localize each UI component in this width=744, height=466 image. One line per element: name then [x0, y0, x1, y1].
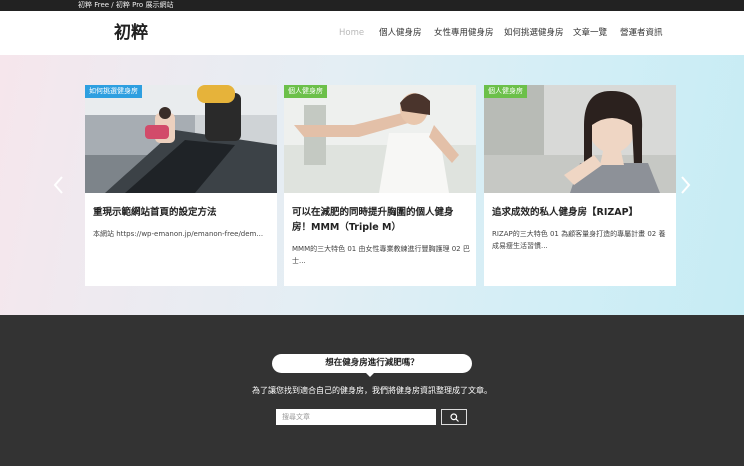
post-excerpt: 本網站 https://wp-emanon.jp/emanon-free/dem…	[93, 230, 264, 238]
slider-prev-button[interactable]	[52, 173, 66, 197]
post-card[interactable]: 如何挑選健身房 重現示範網站首頁的設定方法 本網站 https://wp-ema…	[85, 85, 277, 286]
nav-item-operator[interactable]: 營運者資訊	[620, 11, 663, 55]
nav-item-women-gym[interactable]: 女性專用健身房	[434, 11, 494, 55]
cta-heading-tail	[365, 372, 375, 377]
cta-subtext: 為了讓您找到適合自己的健身房，我們將健身房資訊整理成了文章。	[252, 386, 492, 395]
category-badge: 如何挑選健身房	[85, 85, 142, 98]
cta-heading: 想在健身房進行減肥嗎？	[272, 354, 472, 373]
chevron-right-icon	[681, 176, 691, 194]
top-bar: 初粹 Free / 初粹 Pro 展示網站	[0, 0, 744, 11]
post-excerpt: RIZAP的三大特色 01 為顧客量身打造的專屬計畫 02 養成易瘦生活習慣..…	[492, 230, 666, 250]
category-badge: 個人健身房	[484, 85, 527, 98]
nav-item-choose-gym[interactable]: 如何挑選健身房	[504, 11, 564, 55]
post-thumbnail: 個人健身房	[484, 85, 676, 193]
slider-next-button[interactable]	[678, 173, 692, 197]
nav-item-home[interactable]: Home	[339, 11, 364, 55]
site-header: 初粹 Home 個人健身房 女性專用健身房 如何挑選健身房 文章一覽 營運者資訊	[0, 11, 744, 55]
nav-item-personal-gym[interactable]: 個人健身房	[379, 11, 422, 55]
post-card[interactable]: 個人健身房 可以在減肥的同時提升胸圍的個人健身房！MMM（Triple M） M…	[284, 85, 476, 286]
post-thumbnail: 如何挑選健身房	[85, 85, 277, 193]
search-button[interactable]	[441, 409, 467, 425]
chevron-left-icon	[53, 176, 63, 194]
category-badge: 個人健身房	[284, 85, 327, 98]
nav-item-articles[interactable]: 文章一覽	[573, 11, 607, 55]
search-input[interactable]	[276, 409, 436, 425]
post-thumbnail: 個人健身房	[284, 85, 476, 193]
site-logo[interactable]: 初粹	[114, 21, 148, 45]
hero-slider: 如何挑選健身房 重現示範網站首頁的設定方法 本網站 https://wp-ema…	[0, 55, 744, 315]
search-icon	[450, 413, 459, 422]
post-card[interactable]: 個人健身房 追求成效的私人健身房【RIZAP】 RIZAP的三大特色 01 為顧…	[484, 85, 676, 286]
cta-section: 想在健身房進行減肥嗎？ 為了讓您找到適合自己的健身房，我們將健身房資訊整理成了文…	[0, 315, 744, 466]
post-title: 重現示範網站首頁的設定方法	[93, 207, 217, 218]
top-bar-text: 初粹 Free / 初粹 Pro 展示網站	[78, 1, 174, 9]
post-excerpt: MMM的三大特色 01 由女性專業教練進行豐胸護理 02 巴士...	[292, 245, 470, 265]
post-title: 可以在減肥的同時提升胸圍的個人健身房！MMM（Triple M）	[292, 207, 454, 233]
post-title: 追求成效的私人健身房【RIZAP】	[492, 207, 639, 218]
